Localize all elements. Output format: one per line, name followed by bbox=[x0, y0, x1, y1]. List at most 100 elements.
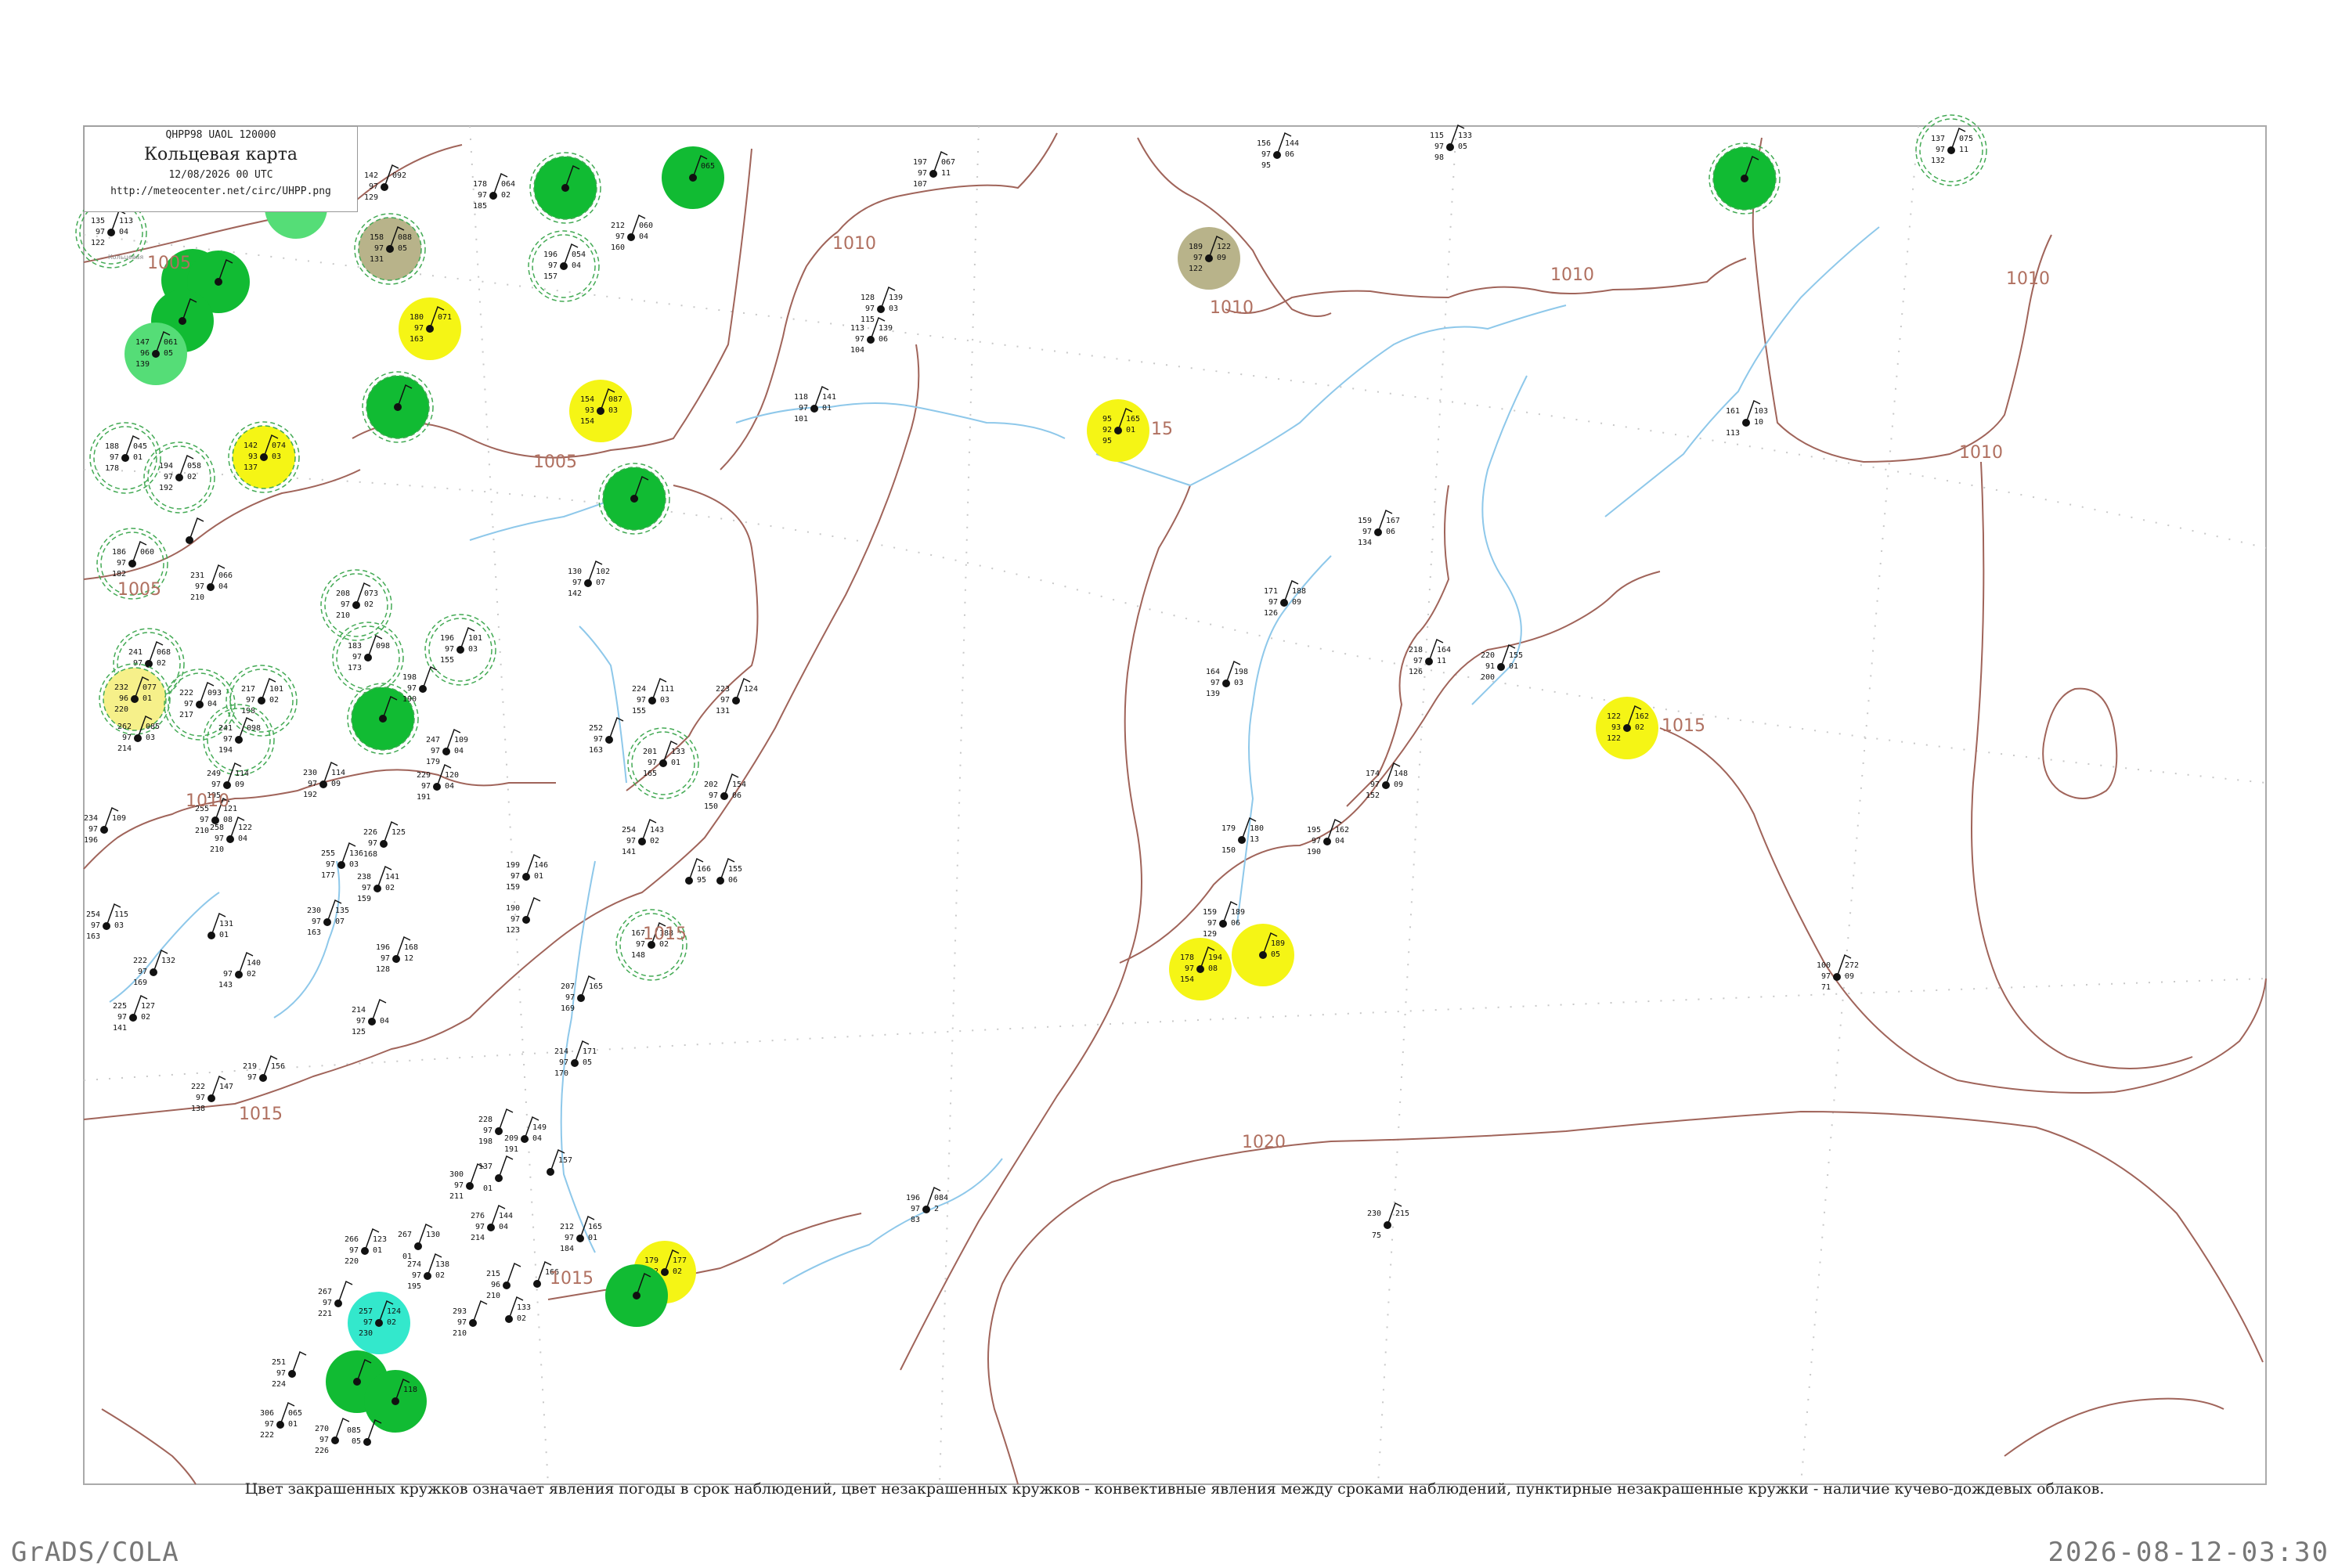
station-value: 97 bbox=[352, 653, 362, 661]
station-value: 194 bbox=[159, 462, 173, 470]
station-marker[interactable] bbox=[605, 1264, 668, 1327]
station-value: 97 bbox=[565, 993, 575, 1002]
station-value: 212 bbox=[611, 222, 625, 230]
station-value: 93 bbox=[248, 452, 258, 461]
station-marker[interactable]: 178 97 154 194 08 bbox=[1169, 938, 1232, 1000]
station-value: 128 bbox=[376, 965, 390, 974]
station-marker[interactable]: 122 93 122 162 02 bbox=[1596, 697, 1658, 759]
station-value: 114 bbox=[331, 769, 345, 777]
station-marker[interactable]: 154 93 154 087 03 bbox=[569, 380, 632, 442]
station-value: 02 bbox=[387, 1318, 396, 1327]
station-value: 195 bbox=[407, 1282, 421, 1291]
station-value: 178 bbox=[473, 180, 487, 189]
station-value: 09 bbox=[1394, 780, 1403, 789]
station-value: 96 bbox=[140, 349, 150, 358]
station-marker[interactable]: 18905 bbox=[1232, 924, 1294, 986]
station-value: 215 bbox=[1395, 1209, 1409, 1218]
station-value: 210 bbox=[486, 1292, 500, 1300]
station-value: 254 bbox=[86, 910, 100, 919]
station-value: 97 bbox=[195, 582, 204, 591]
station-value: 230 bbox=[303, 769, 317, 777]
station-value: 97 bbox=[648, 759, 657, 767]
station-value: 190 bbox=[402, 695, 417, 704]
station-value: 113 bbox=[1726, 429, 1740, 438]
station-value: 97 bbox=[414, 324, 424, 333]
station-value: 97 bbox=[319, 1436, 329, 1444]
station-value: 125 bbox=[352, 1028, 366, 1036]
station-value: 97 bbox=[1193, 254, 1203, 262]
station-value: 276 bbox=[471, 1212, 485, 1220]
station-value: 142 bbox=[364, 171, 378, 180]
station-value: 133 bbox=[671, 748, 685, 756]
station-value: 75 bbox=[1372, 1231, 1381, 1240]
isobar-label: 1015 bbox=[550, 1269, 594, 1289]
station-value: 122 bbox=[1607, 734, 1621, 743]
station-value: 123 bbox=[506, 926, 520, 935]
station-value: 212 bbox=[560, 1223, 574, 1231]
station-value: 274 bbox=[407, 1260, 421, 1269]
station-marker[interactable]: 065 bbox=[662, 146, 724, 209]
station-value: 154 bbox=[580, 417, 594, 426]
station-marker[interactable]: 189 97 122 122 09 bbox=[1178, 227, 1240, 290]
station-value: 208 bbox=[336, 589, 350, 598]
station-value: 138 bbox=[435, 1260, 449, 1269]
station-value: 01 bbox=[671, 759, 680, 767]
station-value: 97 bbox=[559, 1058, 568, 1067]
station-value: 97 bbox=[421, 782, 431, 791]
station-value: 97 bbox=[720, 696, 730, 705]
station-value: 134 bbox=[1358, 539, 1372, 547]
source-url[interactable]: http://meteocenter.net/circ/UHPP.png bbox=[85, 186, 357, 197]
station-value: 115 bbox=[1430, 132, 1444, 140]
station-value: 107 bbox=[913, 180, 927, 189]
station-value: 144 bbox=[1285, 139, 1299, 148]
station-value: 09 bbox=[331, 780, 341, 788]
station-value: 198 bbox=[1234, 668, 1248, 676]
station-value: 122 bbox=[1217, 243, 1231, 251]
station-value: 146 bbox=[534, 861, 548, 870]
station-value: 97 bbox=[615, 232, 625, 241]
station-value: 188 bbox=[105, 442, 119, 451]
station-value: 101 bbox=[269, 685, 283, 694]
station-value: 114 bbox=[235, 770, 249, 778]
station-value: 97 bbox=[349, 1246, 359, 1255]
station-value: 97 bbox=[1362, 528, 1372, 536]
station-value: 10 bbox=[1754, 418, 1763, 427]
station-marker[interactable]: 147 96 139 061 05 bbox=[124, 323, 187, 385]
station-value: 139 bbox=[879, 324, 893, 333]
station-value: 97 bbox=[475, 1223, 485, 1231]
station-value: 262 bbox=[117, 723, 132, 731]
station-value: 221 bbox=[318, 1310, 332, 1318]
station-value: 061 bbox=[164, 338, 178, 347]
station-value: 129 bbox=[1203, 930, 1217, 939]
station-value: 97 bbox=[407, 684, 417, 693]
station-value: 139 bbox=[135, 360, 150, 369]
station-value: 09 bbox=[1845, 972, 1854, 981]
station-marker[interactable]: 180 97 163 071 bbox=[399, 297, 461, 360]
station-value: 163 bbox=[589, 746, 603, 755]
station-value: 97 bbox=[865, 305, 875, 313]
station-value: 97 bbox=[138, 968, 147, 976]
station-value: 065 bbox=[701, 162, 715, 171]
station-value: 087 bbox=[608, 395, 622, 404]
station-value: 229 bbox=[417, 771, 431, 780]
station-marker[interactable]: 95 92 95 165 01 bbox=[1087, 399, 1149, 462]
station-value: 97 bbox=[211, 780, 221, 789]
station-value: 132 bbox=[161, 957, 175, 965]
station-value: 230 bbox=[359, 1329, 373, 1338]
station-marker[interactable]: 257 97 230 124 02 bbox=[348, 1292, 410, 1354]
station-value: 254 bbox=[622, 826, 636, 834]
station-value: 131 bbox=[370, 255, 384, 264]
isobar-label: 1010 bbox=[1210, 298, 1254, 318]
station-value: 109 bbox=[454, 736, 468, 744]
station-value: 217 bbox=[179, 711, 193, 719]
station-value: 02 bbox=[364, 600, 373, 609]
station-value: 141 bbox=[385, 873, 399, 881]
station-value: 224 bbox=[632, 685, 646, 694]
station-value: 194 bbox=[1208, 953, 1222, 962]
station-value: 97 bbox=[122, 734, 132, 742]
station-value: 226 bbox=[315, 1447, 329, 1455]
station-value: 97 bbox=[247, 1073, 257, 1082]
station-value: 190 bbox=[506, 904, 520, 913]
station-value: 171 bbox=[583, 1047, 597, 1056]
station-value: 148 bbox=[631, 951, 645, 960]
